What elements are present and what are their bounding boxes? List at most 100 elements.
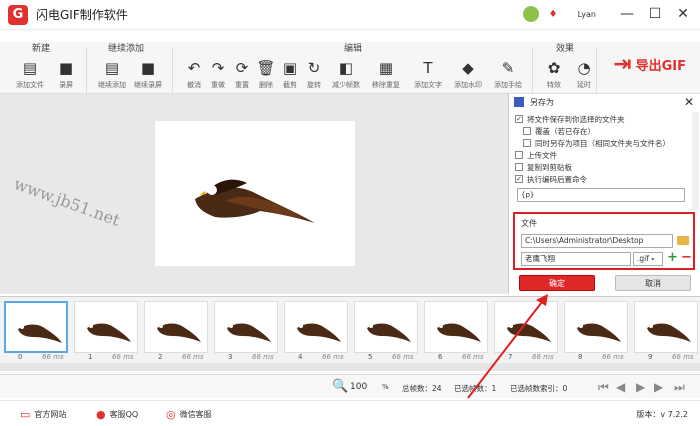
user-avatar[interactable] <box>522 6 539 22</box>
remove-icon[interactable]: − <box>681 250 692 265</box>
checkbox[interactable] <box>515 163 523 171</box>
frame-thumbnail[interactable] <box>564 301 628 353</box>
tool-label: 重置 <box>235 81 249 89</box>
frame-strip-scrollbar[interactable] <box>0 363 700 371</box>
chevron-down-icon: ▾ <box>651 256 655 263</box>
frame-duration: 66 ms <box>392 353 414 361</box>
watermark-icon: ◆ <box>462 59 474 77</box>
tool-watermark[interactable]: ◆ 添加水印 <box>450 59 486 90</box>
file-add-icon: ▤ <box>104 59 120 77</box>
checkbox[interactable]: ✓ <box>515 175 523 183</box>
save-options: ✓ 将文件保存到你选择的文件夹 覆盖（若已存在） 同时另存为项目（相同文件夹与文件名）… <box>509 113 700 185</box>
panel-close-icon[interactable]: ✕ <box>684 95 694 109</box>
frame-thumbnail[interactable] <box>284 301 348 353</box>
tool-label: 删除 <box>259 81 273 89</box>
checkbox[interactable] <box>523 127 531 135</box>
frame-thumbnail[interactable] <box>424 301 488 353</box>
qq-support-link[interactable]: ● 客服QQ <box>96 408 138 421</box>
checkbox[interactable] <box>515 151 523 159</box>
effects-icon: ✿ <box>547 59 561 77</box>
selected-frames: 已选帧数：1 <box>454 384 497 393</box>
frame-duration: 66 ms <box>182 353 204 361</box>
zoom-unit: % <box>382 383 389 391</box>
app-logo-icon: G <box>8 4 28 25</box>
frame-duration: 66 ms <box>112 353 134 361</box>
folder-icon[interactable] <box>677 236 689 245</box>
frame-index: 3 <box>228 353 233 361</box>
tool-file-add[interactable]: ▤ 继续添加 <box>94 59 130 90</box>
filename-input[interactable]: 老鹰飞翔 <box>521 252 631 266</box>
group-label-effects: 效果 <box>556 44 575 54</box>
frame-index: 6 <box>438 353 443 361</box>
tool-file[interactable]: ▤ 添加文件 <box>12 59 48 90</box>
frame-duration: 66 ms <box>672 353 694 361</box>
tool-label: 重做 <box>211 81 225 89</box>
frame-thumbnail[interactable] <box>634 301 698 353</box>
camera-icon: ■ <box>140 59 156 77</box>
save-icon <box>514 97 524 107</box>
panel-header: 另存为 <box>509 94 700 110</box>
tool-remove-duplicate[interactable]: ▦ 移除重复 <box>368 59 404 90</box>
eagle-thumbnail <box>227 323 271 342</box>
next-frame-icon[interactable]: ▶ <box>654 380 663 394</box>
wechat-icon: ◎ <box>166 408 176 421</box>
tool-label: 添加文字 <box>414 81 442 89</box>
tool-text[interactable]: T 添加文字 <box>410 59 446 90</box>
option-label: 覆盖（若已存在） <box>535 126 595 136</box>
option-row[interactable]: 同时另存为项目（相同文件夹与文件名） <box>515 137 700 149</box>
close-button[interactable]: ✕ <box>674 5 692 23</box>
tool-rotate[interactable]: ↻ 旋转 <box>296 59 332 90</box>
group-label-new: 新建 <box>32 44 51 54</box>
minimize-button[interactable]: — <box>618 5 636 23</box>
last-frame-icon[interactable]: ⏭ <box>674 380 685 395</box>
watermark-text: www.jb51.net <box>11 174 123 230</box>
zoom-value[interactable]: 100 <box>350 382 367 392</box>
first-frame-icon[interactable]: ⏮ <box>598 380 609 395</box>
group-label-edit: 编辑 <box>344 44 363 54</box>
panel-scrollbar[interactable] <box>692 112 699 210</box>
canvas-area[interactable]: www.jb51.net <box>0 94 510 294</box>
option-row[interactable]: 复制到剪贴板 <box>515 161 700 173</box>
frame-duration: 66 ms <box>42 353 64 361</box>
cancel-button[interactable]: 取消 <box>615 275 691 291</box>
frame-index: 1 <box>88 353 93 361</box>
previous-frame-icon[interactable]: ◀ <box>616 380 625 394</box>
play-icon[interactable]: ▶ <box>636 380 645 394</box>
frame-thumbnail[interactable] <box>354 301 418 353</box>
selected-frame-index: 已选帧数索引：0 <box>510 384 568 393</box>
option-row[interactable]: 覆盖（若已存在） <box>515 125 700 137</box>
frame-index: 2 <box>158 353 163 361</box>
tool-camera[interactable]: ■ 继续录屏 <box>130 59 166 90</box>
tool-brush[interactable]: ✎ 添加手绘 <box>490 59 526 90</box>
path-input[interactable]: C:\Users\Administrator\Desktop <box>521 234 673 248</box>
save-as-panel: 另存为 ✕ ✓ 将文件保存到你选择的文件夹 覆盖（若已存在） 同时另存为项目（相同文件… <box>508 94 700 294</box>
tool-camera[interactable]: ■ 录屏 <box>48 59 84 90</box>
preview-canvas[interactable] <box>155 121 355 266</box>
checkbox[interactable] <box>523 139 531 147</box>
maximize-button[interactable]: ☐ <box>646 5 664 23</box>
option-row[interactable]: ✓ 执行编码后置命令 <box>515 173 700 185</box>
tool-label: 旋转 <box>307 81 321 89</box>
add-icon[interactable]: + <box>667 250 678 265</box>
tool-reduce-frames[interactable]: ◧ 减少帧数 <box>328 59 364 90</box>
option-row[interactable]: ✓ 将文件保存到你选择的文件夹 <box>515 113 700 125</box>
ok-button[interactable]: 确定 <box>519 275 595 291</box>
frame-thumbnail[interactable] <box>4 301 68 353</box>
export-gif-button[interactable]: ⇥ 导出GIF <box>613 52 686 77</box>
brush-icon: ✎ <box>501 59 515 77</box>
camera-icon: ■ <box>58 59 74 77</box>
frame-thumbnail[interactable] <box>74 301 138 353</box>
website-link[interactable]: ▭ 官方网站 <box>20 408 66 421</box>
frame-duration: 66 ms <box>532 353 554 361</box>
option-row[interactable]: 上传文件 <box>515 149 700 161</box>
wechat-label: 微信客服 <box>179 410 212 419</box>
frame-thumbnail[interactable] <box>144 301 208 353</box>
option-label: 同时另存为项目（相同文件夹与文件名） <box>535 138 670 148</box>
checkbox[interactable]: ✓ <box>515 115 523 123</box>
command-input[interactable]: {p} <box>517 188 685 202</box>
eagle-thumbnail <box>87 323 131 342</box>
extension-select[interactable]: .gif ▾ <box>633 252 663 266</box>
frame-thumbnail[interactable] <box>494 301 558 353</box>
wechat-support-link[interactable]: ◎ 微信客服 <box>166 408 212 421</box>
frame-thumbnail[interactable] <box>214 301 278 353</box>
